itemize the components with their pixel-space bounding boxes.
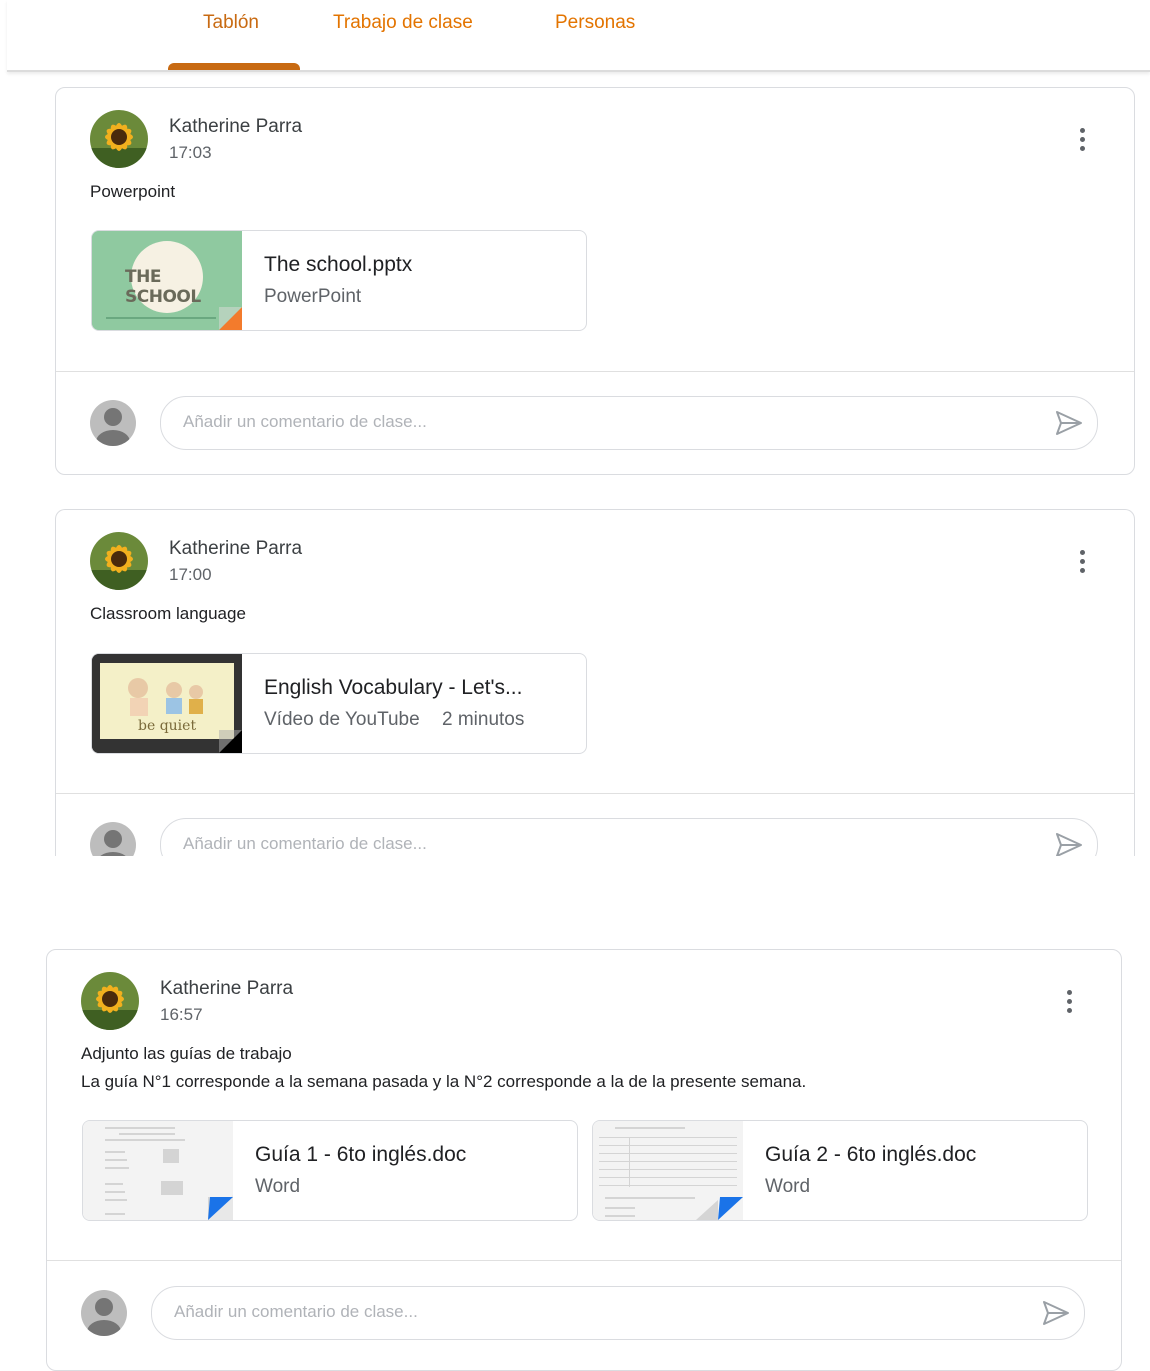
more-options-icon[interactable]: [1076, 128, 1088, 156]
tab-trabajo-de-clase[interactable]: Trabajo de clase: [333, 12, 473, 34]
attachment-thumbnail: THE SCHOOL: [92, 231, 242, 330]
comment-placeholder: Añadir un comentario de clase...: [174, 1302, 418, 1321]
comment-placeholder: Añadir un comentario de clase...: [183, 834, 427, 853]
tab-tablon[interactable]: Tablón: [203, 12, 259, 34]
attachment-thumbnail: be quiet: [92, 654, 242, 753]
post-card: Katherine Parra 17:00 Classroom language…: [55, 509, 1135, 856]
post-time: 17:03: [169, 143, 212, 162]
divider: [56, 793, 1134, 794]
tab-personas[interactable]: Personas: [555, 12, 635, 34]
class-comment-input[interactable]: Añadir un comentario de clase...: [160, 818, 1098, 856]
post-card: Katherine Parra 17:03 Powerpoint THE SCH…: [55, 87, 1135, 475]
comment-placeholder: Añadir un comentario de clase...: [183, 412, 427, 431]
attachment-title: English Vocabulary - Let's...: [264, 676, 523, 699]
thumbnail-title: THE SCHOOL: [125, 267, 201, 307]
class-comment-input[interactable]: Añadir un comentario de clase...: [151, 1286, 1085, 1340]
user-avatar: [81, 1290, 127, 1336]
author-avatar[interactable]: [90, 110, 148, 168]
attachment-card[interactable]: Guía 1 - 6to inglés.doc Word: [82, 1120, 578, 1221]
attachment-card[interactable]: Guía 2 - 6to inglés.doc Word: [592, 1120, 1088, 1221]
more-options-icon[interactable]: [1076, 550, 1088, 578]
send-icon[interactable]: [1055, 832, 1083, 856]
attachment-card[interactable]: be quiet English Vocabulary - Let's... V…: [91, 653, 587, 754]
active-tab-indicator: [168, 63, 300, 70]
attachment-title: The school.pptx: [264, 253, 413, 276]
thumbnail-caption: be quiet: [138, 718, 197, 734]
class-tabs-bar: Tablón Trabajo de clase Personas: [7, 0, 1150, 72]
post-card: Katherine Parra 16:57 Adjunto las guías …: [46, 949, 1122, 1371]
attachment-thumbnail: [83, 1121, 233, 1220]
video-duration: 2 minutos: [442, 709, 525, 730]
more-options-icon[interactable]: [1063, 990, 1075, 1018]
attachment-type: Vídeo de YouTube: [264, 709, 420, 730]
post-text: Powerpoint: [90, 182, 176, 201]
divider: [47, 1260, 1121, 1261]
send-icon[interactable]: [1055, 410, 1083, 436]
attachment-title: Guía 2 - 6to inglés.doc: [765, 1143, 977, 1166]
author-name: Katherine Parra: [169, 538, 303, 559]
author-name: Katherine Parra: [169, 116, 303, 137]
post-text: Classroom language: [90, 604, 246, 623]
attachment-card[interactable]: THE SCHOOL The school.pptx PowerPoint: [91, 230, 587, 331]
attachment-thumbnail: [593, 1121, 743, 1220]
post-text-line-2: La guía N°1 corresponde a la semana pasa…: [81, 1072, 807, 1091]
post-text-line-1: Adjunto las guías de trabajo: [81, 1044, 292, 1063]
user-avatar: [90, 400, 136, 446]
attachment-title: Guía 1 - 6to inglés.doc: [255, 1143, 467, 1166]
post-time: 16:57: [160, 1005, 203, 1024]
author-avatar[interactable]: [90, 532, 148, 590]
class-comment-input[interactable]: Añadir un comentario de clase...: [160, 396, 1098, 450]
attachment-type: PowerPoint: [264, 286, 362, 307]
attachment-type: Word: [255, 1176, 301, 1197]
author-avatar[interactable]: [81, 972, 139, 1030]
send-icon[interactable]: [1042, 1300, 1070, 1326]
post-time: 17:00: [169, 565, 212, 584]
user-avatar: [90, 822, 136, 856]
divider: [56, 371, 1134, 372]
attachment-type: Word: [765, 1176, 811, 1197]
author-name: Katherine Parra: [160, 978, 294, 999]
